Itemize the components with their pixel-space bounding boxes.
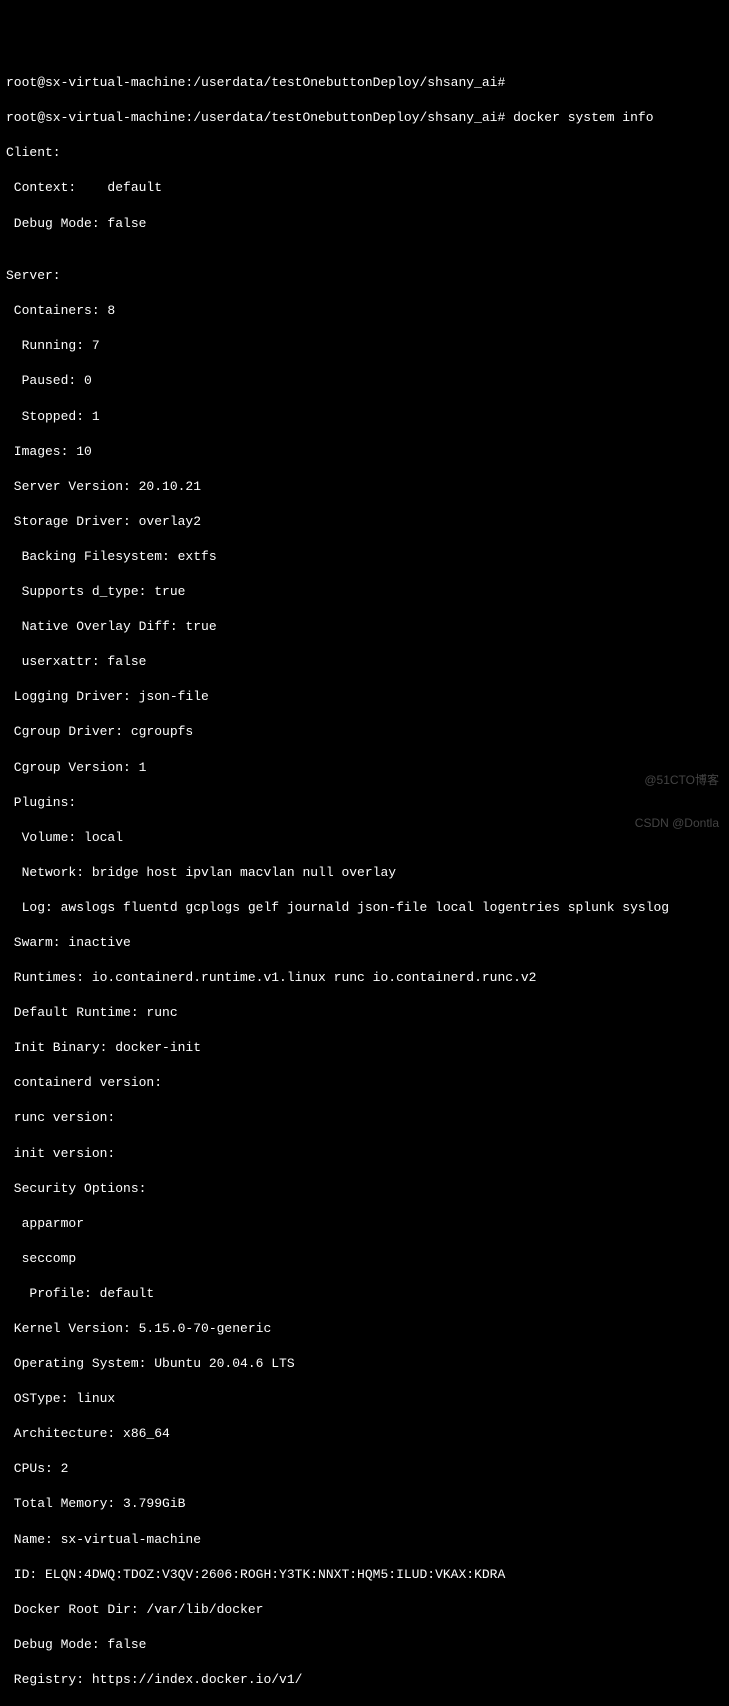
watermark-line-1: @51CTO博客 bbox=[635, 773, 719, 787]
output-native-overlay: Native Overlay Diff: true bbox=[6, 618, 723, 636]
output-paused: Paused: 0 bbox=[6, 372, 723, 390]
output-backing-fs: Backing Filesystem: extfs bbox=[6, 548, 723, 566]
output-os: Operating System: Ubuntu 20.04.6 LTS bbox=[6, 1355, 723, 1373]
output-userxattr: userxattr: false bbox=[6, 653, 723, 671]
output-client-context: Context: default bbox=[6, 179, 723, 197]
output-default-runtime: Default Runtime: runc bbox=[6, 1004, 723, 1022]
terminal-command-line: root@sx-virtual-machine:/userdata/testOn… bbox=[6, 109, 723, 127]
output-running: Running: 7 bbox=[6, 337, 723, 355]
output-registry: Registry: https://index.docker.io/v1/ bbox=[6, 1671, 723, 1689]
output-architecture: Architecture: x86_64 bbox=[6, 1425, 723, 1443]
output-cgroup-driver: Cgroup Driver: cgroupfs bbox=[6, 723, 723, 741]
output-runtimes: Runtimes: io.containerd.runtime.v1.linux… bbox=[6, 969, 723, 987]
output-log: Log: awslogs fluentd gcplogs gelf journa… bbox=[6, 899, 723, 917]
output-init-version: init version: bbox=[6, 1145, 723, 1163]
output-total-memory: Total Memory: 3.799GiB bbox=[6, 1495, 723, 1513]
output-profile: Profile: default bbox=[6, 1285, 723, 1303]
output-cgroup-version: Cgroup Version: 1 bbox=[6, 759, 723, 777]
output-init-binary: Init Binary: docker-init bbox=[6, 1039, 723, 1057]
output-cpus: CPUs: 2 bbox=[6, 1460, 723, 1478]
output-containers: Containers: 8 bbox=[6, 302, 723, 320]
output-kernel-version: Kernel Version: 5.15.0-70-generic bbox=[6, 1320, 723, 1338]
output-containerd-version: containerd version: bbox=[6, 1074, 723, 1092]
terminal-prompt-line: root@sx-virtual-machine:/userdata/testOn… bbox=[6, 74, 723, 92]
output-server-version: Server Version: 20.10.21 bbox=[6, 478, 723, 496]
output-docker-root: Docker Root Dir: /var/lib/docker bbox=[6, 1601, 723, 1619]
output-supports-dtype: Supports d_type: true bbox=[6, 583, 723, 601]
output-apparmor: apparmor bbox=[6, 1215, 723, 1233]
output-runc-version: runc version: bbox=[6, 1109, 723, 1127]
watermark: @51CTO博客 CSDN @Dontla bbox=[635, 744, 719, 845]
watermark-line-2: CSDN @Dontla bbox=[635, 816, 719, 830]
output-storage-driver: Storage Driver: overlay2 bbox=[6, 513, 723, 531]
output-volume: Volume: local bbox=[6, 829, 723, 847]
output-client-debug: Debug Mode: false bbox=[6, 215, 723, 233]
output-logging-driver: Logging Driver: json-file bbox=[6, 688, 723, 706]
output-ostype: OSType: linux bbox=[6, 1390, 723, 1408]
output-images: Images: 10 bbox=[6, 443, 723, 461]
output-stopped: Stopped: 1 bbox=[6, 408, 723, 426]
output-server-header: Server: bbox=[6, 267, 723, 285]
output-id: ID: ELQN:4DWQ:TDOZ:V3QV:2606:ROGH:Y3TK:N… bbox=[6, 1566, 723, 1584]
output-security-options: Security Options: bbox=[6, 1180, 723, 1198]
output-network: Network: bridge host ipvlan macvlan null… bbox=[6, 864, 723, 882]
output-debug-mode: Debug Mode: false bbox=[6, 1636, 723, 1654]
output-seccomp: seccomp bbox=[6, 1250, 723, 1268]
output-name: Name: sx-virtual-machine bbox=[6, 1531, 723, 1549]
output-client-header: Client: bbox=[6, 144, 723, 162]
output-swarm: Swarm: inactive bbox=[6, 934, 723, 952]
output-plugins: Plugins: bbox=[6, 794, 723, 812]
